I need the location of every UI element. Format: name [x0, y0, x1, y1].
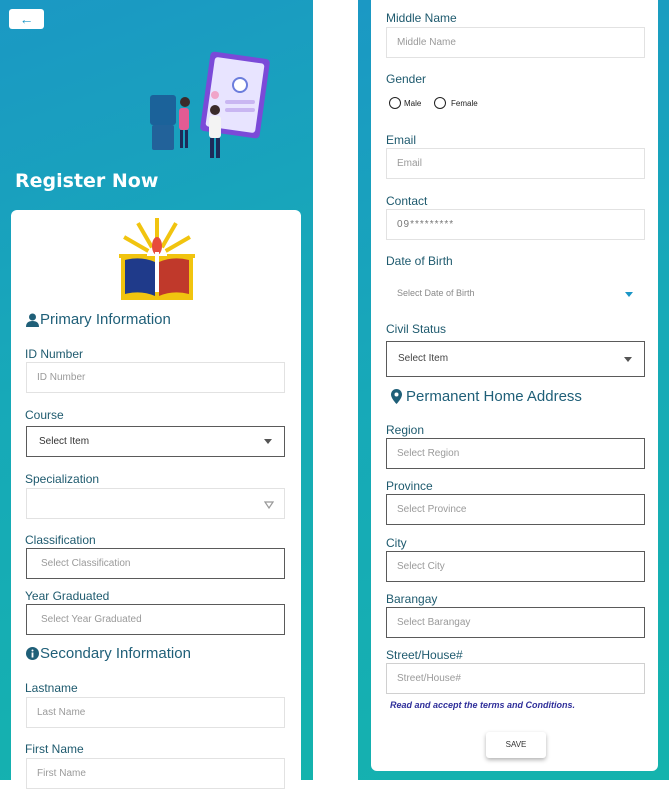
dropdown-triangle-icon [264, 501, 274, 509]
course-select[interactable]: Select Item [26, 426, 285, 457]
classification-input[interactable]: Select Classification [26, 548, 285, 579]
chevron-down-icon [625, 292, 633, 297]
region-label: Region [386, 423, 425, 437]
gender-female-radio[interactable] [434, 97, 446, 109]
year-graduated-label: Year Graduated [25, 589, 110, 603]
id-number-input[interactable]: ID Number [26, 362, 285, 393]
gender-male-radio[interactable] [389, 97, 401, 109]
lastname-label: Lastname [25, 681, 78, 695]
contact-input[interactable]: 09********* [386, 209, 645, 240]
email-label: Email [386, 133, 417, 147]
date-of-birth-picker[interactable]: Select Date of Birth [386, 280, 645, 308]
specialization-label: Specialization [25, 472, 100, 486]
registration-illustration [150, 51, 270, 158]
city-label: City [386, 536, 407, 550]
middle-name-label: Middle Name [386, 11, 457, 25]
id-number-label: ID Number [25, 347, 84, 361]
gender-male-label: Male [404, 99, 422, 108]
chevron-down-icon [624, 357, 632, 362]
page-title: Register Now [15, 170, 159, 192]
street-input[interactable]: Street/House# [386, 663, 645, 694]
street-label: Street/House# [386, 648, 463, 662]
gender-female-label: Female [451, 99, 478, 108]
chevron-down-icon [264, 439, 272, 444]
primary-section-title: Primary Information [40, 311, 171, 328]
specialization-select[interactable] [26, 488, 285, 519]
gender-label: Gender [386, 72, 427, 86]
primary-form-card: Primary Information ID Number ID Number … [11, 210, 301, 800]
address-section-title: Permanent Home Address [406, 388, 582, 405]
civil-status-select[interactable]: Select Item [386, 341, 645, 377]
school-logo [119, 218, 195, 300]
first-name-input[interactable]: First Name [26, 758, 285, 789]
terms-link[interactable]: Read and accept the terms and Conditions… [390, 700, 575, 710]
barangay-label: Barangay [386, 592, 438, 606]
course-label: Course [25, 408, 64, 422]
civil-status-value: Select Item [398, 353, 449, 364]
info-icon [26, 647, 39, 660]
first-name-label: First Name [25, 742, 84, 756]
year-graduated-input[interactable]: Select Year Graduated [26, 604, 285, 635]
classification-label: Classification [25, 533, 96, 547]
arrow-left-icon: ← [19, 11, 34, 27]
civil-status-label: Civil Status [386, 322, 447, 336]
secondary-section-title: Secondary Information [40, 645, 191, 662]
save-button[interactable]: SAVE [486, 732, 546, 758]
back-button[interactable]: ← [9, 9, 44, 29]
course-select-value: Select Item [39, 436, 90, 447]
region-input[interactable]: Select Region [386, 438, 645, 469]
contact-label: Contact [386, 194, 428, 208]
date-of-birth-placeholder: Select Date of Birth [397, 288, 475, 298]
middle-name-input[interactable]: Middle Name [386, 27, 645, 58]
province-input[interactable]: Select Province [386, 494, 645, 525]
city-input[interactable]: Select City [386, 551, 645, 582]
date-of-birth-label: Date of Birth [386, 254, 453, 268]
email-input[interactable]: Email [386, 148, 645, 179]
province-label: Province [386, 479, 433, 493]
lastname-input[interactable]: Last Name [26, 697, 285, 728]
user-icon [26, 313, 39, 327]
location-pin-icon [391, 389, 402, 404]
barangay-input[interactable]: Select Barangay [386, 607, 645, 638]
